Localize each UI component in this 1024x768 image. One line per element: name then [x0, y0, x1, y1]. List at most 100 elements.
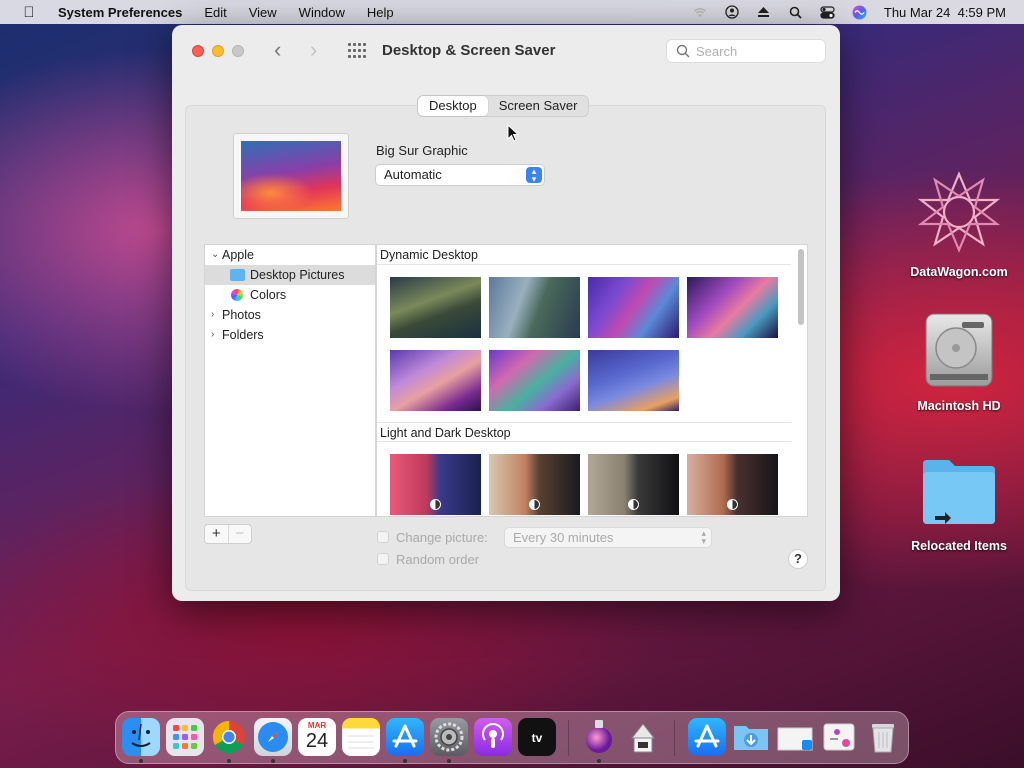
popup-chevron-icon: ▴ ▾: [526, 167, 542, 184]
running-indicator: [139, 759, 143, 763]
recent-apps-stack-icon[interactable]: [820, 718, 858, 756]
wifi-icon[interactable]: [692, 5, 708, 19]
scroll-thumb[interactable]: [798, 249, 804, 325]
show-all-grid-icon[interactable]: [348, 43, 366, 59]
migration-assistant-icon[interactable]: [624, 718, 662, 756]
clock[interactable]: Thu Mar 24 4:59 PM: [884, 5, 1006, 20]
app-store-stack-icon[interactable]: [688, 718, 726, 756]
running-indicator: [597, 759, 601, 763]
wallpaper-thumb[interactable]: [390, 454, 481, 515]
sidebar-item-folders[interactable]: › Folders: [205, 325, 375, 345]
random-order-label: Random order: [396, 552, 480, 567]
menu-view[interactable]: View: [249, 5, 277, 20]
window-title: Desktop & Screen Saver: [382, 42, 556, 59]
desktop-screensaver-window: ‹ › Desktop & Screen Saver Desktop Scree…: [172, 25, 840, 601]
back-button[interactable]: ‹: [274, 39, 281, 61]
change-picture-label: Change picture:: [396, 530, 488, 545]
disclosure-open-icon[interactable]: ⌄: [211, 245, 219, 265]
appearance-popup-value: Automatic: [384, 167, 442, 182]
sidebar-item-colors[interactable]: Colors: [205, 285, 375, 305]
sidebar-item-apple[interactable]: ⌄ Apple: [205, 245, 375, 265]
wallpaper-name: Big Sur Graphic: [376, 143, 468, 158]
change-picture-checkbox[interactable]: [377, 531, 389, 543]
app-store-icon[interactable]: [386, 718, 424, 756]
spotlight-icon[interactable]: [788, 5, 804, 19]
wallpaper-thumb[interactable]: [390, 350, 481, 411]
appearance-popup[interactable]: Automatic ▴ ▾: [375, 164, 545, 186]
hard-drive-icon: [925, 313, 993, 387]
eject-icon[interactable]: [756, 5, 772, 19]
close-button[interactable]: [192, 45, 204, 57]
chrome-icon[interactable]: [210, 718, 248, 756]
user-icon[interactable]: [724, 5, 740, 19]
menu-help[interactable]: Help: [367, 5, 394, 20]
search-input[interactable]: [694, 42, 818, 60]
popup-chevron-icon: ▴ ▾: [701, 528, 706, 546]
podcasts-icon[interactable]: [474, 718, 512, 756]
section-header-dynamic: Dynamic Desktop: [377, 245, 791, 265]
search-icon: [676, 44, 690, 58]
documents-stack-icon[interactable]: [776, 718, 814, 756]
wallpaper-gallery: Dynamic Desktop Light and Dark Desktop: [376, 244, 808, 517]
desktop-icon-relocated-items[interactable]: Relocated Items: [899, 456, 1019, 553]
disclosure-closed-icon[interactable]: ›: [211, 325, 214, 345]
apple-tv-icon[interactable]: tv: [518, 718, 556, 756]
apple-menu-icon[interactable]: : [0, 4, 58, 21]
desktop-icon-label: Macintosh HD: [917, 399, 1001, 413]
wallpaper-thumb[interactable]: [588, 454, 679, 515]
wallpaper-thumb[interactable]: [390, 277, 481, 338]
safari-icon[interactable]: [254, 718, 292, 756]
desktop-icon-datawagon[interactable]: DataWagon.com: [899, 170, 1019, 279]
tab-control: Desktop Screen Saver: [417, 95, 590, 117]
folder-icon: [230, 269, 245, 281]
add-remove-control: + −: [204, 524, 252, 544]
random-order-checkbox[interactable]: [377, 553, 389, 565]
wallpaper-thumb[interactable]: [489, 454, 580, 515]
installer-icon[interactable]: [580, 718, 618, 756]
app-menu[interactable]: System Preferences: [58, 5, 182, 20]
wallpaper-thumb[interactable]: [687, 454, 778, 515]
notes-icon[interactable]: [342, 718, 380, 756]
menu-window[interactable]: Window: [299, 5, 345, 20]
add-folder-button[interactable]: +: [205, 525, 229, 543]
wallpaper-thumb[interactable]: [588, 350, 679, 411]
wallpaper-thumb[interactable]: [489, 350, 580, 411]
running-indicator: [447, 759, 451, 763]
wallpaper-thumb[interactable]: [588, 277, 679, 338]
status-area: Thu Mar 24 4:59 PM: [692, 0, 1006, 24]
light-dark-icon: [628, 499, 639, 510]
help-button[interactable]: ?: [788, 549, 808, 569]
interval-popup[interactable]: Every 30 minutes ▴ ▾: [504, 527, 712, 548]
finder-icon[interactable]: [122, 718, 160, 756]
wallpaper-thumb[interactable]: [687, 277, 778, 338]
siri-icon[interactable]: [852, 5, 868, 19]
remove-folder-button[interactable]: −: [229, 525, 252, 543]
wallpaper-thumb[interactable]: [489, 277, 580, 338]
control-center-icon[interactable]: [820, 5, 836, 19]
running-indicator: [271, 759, 275, 763]
svg-text:tv: tv: [532, 731, 543, 745]
desktop-icon-macintosh-hd[interactable]: Macintosh HD: [899, 310, 1019, 413]
gallery-scrollbar[interactable]: [795, 247, 805, 515]
system-preferences-icon[interactable]: [430, 718, 468, 756]
tab-desktop[interactable]: Desktop: [418, 96, 488, 116]
interval-popup-value: Every 30 minutes: [513, 530, 614, 545]
datawagon-logo-icon: [917, 171, 1001, 253]
launchpad-icon[interactable]: [166, 718, 204, 756]
calendar-icon[interactable]: MAR 24: [298, 718, 336, 756]
tab-screen-saver[interactable]: Screen Saver: [488, 96, 589, 116]
zoom-button[interactable]: [232, 45, 244, 57]
trash-icon[interactable]: [864, 718, 902, 756]
wallpaper-preview: [233, 133, 349, 219]
running-indicator: [227, 759, 231, 763]
disclosure-closed-icon[interactable]: ›: [211, 305, 214, 325]
search-field[interactable]: [666, 39, 826, 63]
dock-divider: [568, 720, 569, 756]
downloads-folder-icon[interactable]: [732, 718, 770, 756]
sidebar-item-desktop-pictures[interactable]: Desktop Pictures: [205, 265, 375, 285]
source-sidebar: ⌄ Apple Desktop Pictures Colors › Photos…: [204, 244, 376, 517]
minimize-button[interactable]: [212, 45, 224, 57]
forward-button[interactable]: ›: [310, 39, 317, 61]
menu-edit[interactable]: Edit: [204, 5, 226, 20]
sidebar-item-photos[interactable]: › Photos: [205, 305, 375, 325]
